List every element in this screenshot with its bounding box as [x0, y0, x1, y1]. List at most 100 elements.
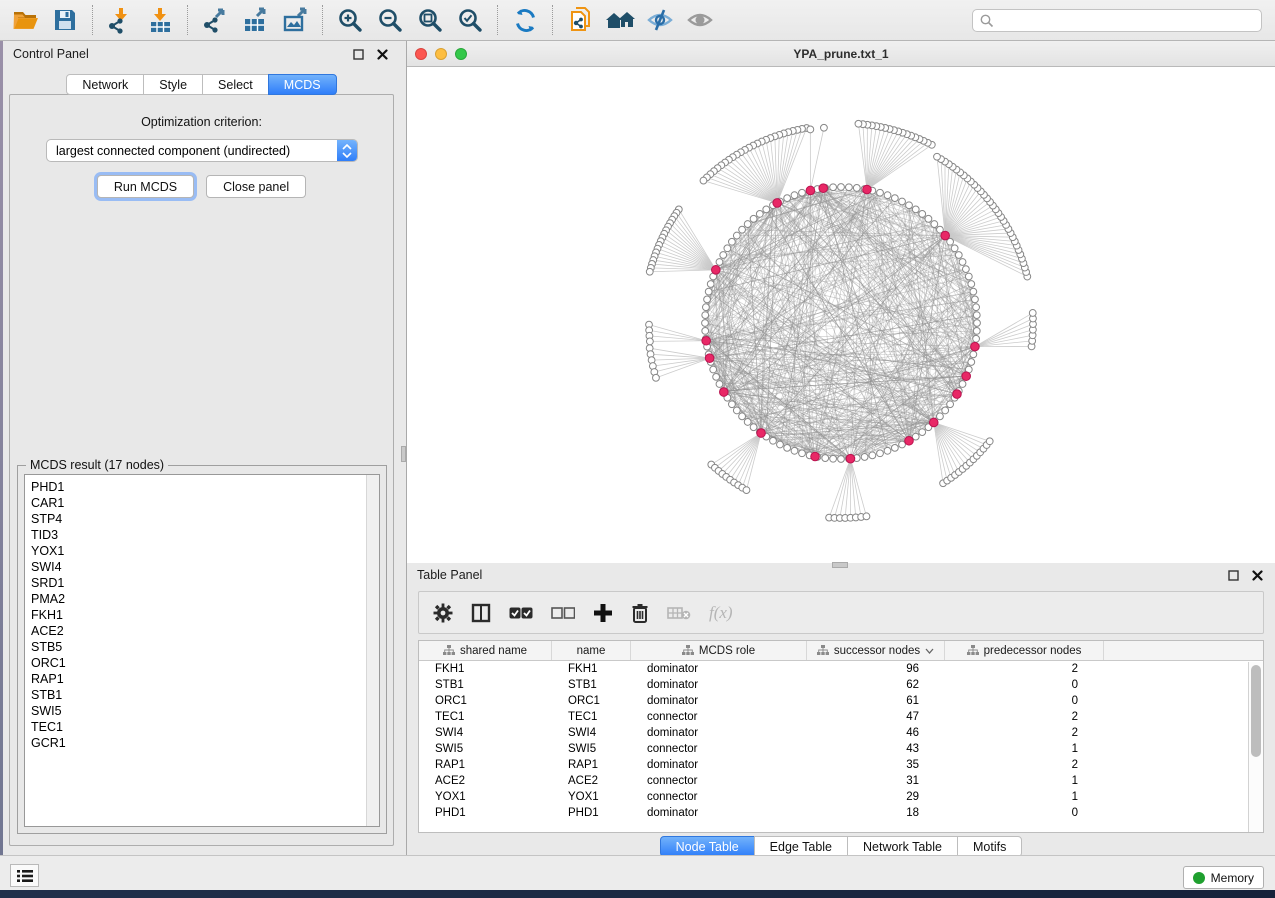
delete-column-button[interactable]	[631, 603, 649, 623]
cell[interactable]: FKH1	[552, 662, 631, 678]
export-table-button[interactable]	[238, 3, 272, 37]
cell[interactable]: 96	[807, 662, 945, 678]
mcds-result-item[interactable]: PMA2	[31, 591, 379, 607]
cell[interactable]: ORC1	[552, 694, 631, 710]
cell[interactable]: 1	[945, 790, 1104, 806]
cell[interactable]: YOX1	[419, 790, 552, 806]
table-row[interactable]: PHD1PHD1dominator180	[419, 806, 1248, 822]
cell[interactable]: 1	[945, 774, 1104, 790]
cell[interactable]: SWI5	[552, 742, 631, 758]
cell[interactable]: STB1	[419, 678, 552, 694]
cell[interactable]: SWI4	[552, 726, 631, 742]
zoom-selected-button[interactable]	[453, 3, 487, 37]
search-input[interactable]	[995, 14, 1261, 28]
import-table-button[interactable]	[143, 3, 177, 37]
cell[interactable]: connector	[631, 710, 807, 726]
close-panel-button[interactable]	[374, 46, 390, 62]
cell[interactable]: dominator	[631, 694, 807, 710]
cell[interactable]: connector	[631, 790, 807, 806]
mcds-result-item[interactable]: CAR1	[31, 495, 379, 511]
cell[interactable]: 2	[945, 662, 1104, 678]
cell[interactable]: RAP1	[552, 758, 631, 774]
zoom-fit-button[interactable]	[413, 3, 447, 37]
mcds-result-item[interactable]: RAP1	[31, 671, 379, 687]
deselect-all-button[interactable]	[551, 606, 575, 620]
mcds-result-item[interactable]: STB1	[31, 687, 379, 703]
tab-mcds[interactable]: MCDS	[268, 74, 337, 95]
cell[interactable]: 0	[945, 694, 1104, 710]
mcds-result-item[interactable]: GCR1	[31, 735, 379, 751]
mcds-result-item[interactable]: SWI4	[31, 559, 379, 575]
result-list-scrollbar[interactable]	[366, 475, 379, 826]
session-home-button[interactable]	[603, 3, 637, 37]
mcds-result-item[interactable]: STB5	[31, 639, 379, 655]
column-header-predecessor-nodes[interactable]: predecessor nodes	[945, 641, 1104, 660]
cell[interactable]: PHD1	[552, 806, 631, 822]
tab-select[interactable]: Select	[202, 74, 269, 95]
cell[interactable]: dominator	[631, 806, 807, 822]
tab-edge-table[interactable]: Edge Table	[754, 836, 848, 857]
table-row[interactable]: RAP1RAP1dominator352	[419, 758, 1248, 774]
column-header-successor-nodes[interactable]: successor nodes	[807, 641, 945, 660]
table-row[interactable]: TEC1TEC1connector472	[419, 710, 1248, 726]
show-panels-button[interactable]	[683, 3, 717, 37]
cell[interactable]: ACE2	[552, 774, 631, 790]
clone-network-button[interactable]	[563, 3, 597, 37]
mcds-result-item[interactable]: SWI5	[31, 703, 379, 719]
column-header-shared-name[interactable]: shared name	[419, 641, 552, 660]
zoom-out-button[interactable]	[373, 3, 407, 37]
import-network-button[interactable]	[103, 3, 137, 37]
column-header-name[interactable]: name	[552, 641, 631, 660]
cell[interactable]: 2	[945, 758, 1104, 774]
cell[interactable]: TEC1	[419, 710, 552, 726]
scrollbar-thumb[interactable]	[1251, 665, 1261, 757]
cell[interactable]: 43	[807, 742, 945, 758]
mcds-result-item[interactable]: PHD1	[31, 479, 379, 495]
mcds-result-item[interactable]: SRD1	[31, 575, 379, 591]
cell[interactable]: ACE2	[419, 774, 552, 790]
column-header-MCDS-role[interactable]: MCDS role	[631, 641, 807, 660]
cell[interactable]: FKH1	[419, 662, 552, 678]
table-row[interactable]: YOX1YOX1connector291	[419, 790, 1248, 806]
hide-panels-button[interactable]	[643, 3, 677, 37]
vertical-splitter[interactable]	[400, 41, 407, 855]
cell[interactable]: connector	[631, 774, 807, 790]
cell[interactable]: 35	[807, 758, 945, 774]
refresh-button[interactable]	[508, 3, 542, 37]
delete-table-button[interactable]	[667, 605, 691, 621]
cell[interactable]: dominator	[631, 726, 807, 742]
memory-button[interactable]: Memory	[1183, 866, 1264, 889]
cell[interactable]: 31	[807, 774, 945, 790]
cell[interactable]: YOX1	[552, 790, 631, 806]
network-graph[interactable]	[407, 67, 1275, 563]
run-mcds-button[interactable]: Run MCDS	[97, 175, 194, 198]
mcds-result-item[interactable]: TID3	[31, 527, 379, 543]
cell[interactable]: 46	[807, 726, 945, 742]
float-panel-button[interactable]	[350, 46, 366, 62]
cell[interactable]: 61	[807, 694, 945, 710]
mcds-result-list[interactable]: PHD1CAR1STP4TID3YOX1SWI4SRD1PMA2FKH1ACE2…	[24, 474, 380, 827]
mcds-result-item[interactable]: ACE2	[31, 623, 379, 639]
table-row[interactable]: STB1STB1dominator620	[419, 678, 1248, 694]
cell[interactable]: PHD1	[419, 806, 552, 822]
search-field[interactable]	[972, 9, 1262, 32]
float-table-panel-button[interactable]	[1225, 567, 1241, 583]
tab-style[interactable]: Style	[143, 74, 203, 95]
add-column-button[interactable]	[593, 603, 613, 623]
close-panel-action-button[interactable]: Close panel	[206, 175, 306, 198]
cell[interactable]: 0	[945, 678, 1104, 694]
cell[interactable]: 29	[807, 790, 945, 806]
cell[interactable]: 0	[945, 806, 1104, 822]
cell[interactable]: dominator	[631, 662, 807, 678]
mcds-result-item[interactable]: ORC1	[31, 655, 379, 671]
table-row[interactable]: SWI5SWI5connector431	[419, 742, 1248, 758]
cell[interactable]: SWI5	[419, 742, 552, 758]
table-row[interactable]: ACE2ACE2connector311	[419, 774, 1248, 790]
tab-motifs[interactable]: Motifs	[957, 836, 1022, 857]
export-network-button[interactable]	[198, 3, 232, 37]
cell[interactable]: ORC1	[419, 694, 552, 710]
network-canvas[interactable]	[407, 67, 1275, 563]
export-image-button[interactable]	[278, 3, 312, 37]
tab-network-table[interactable]: Network Table	[847, 836, 958, 857]
mcds-result-item[interactable]: YOX1	[31, 543, 379, 559]
